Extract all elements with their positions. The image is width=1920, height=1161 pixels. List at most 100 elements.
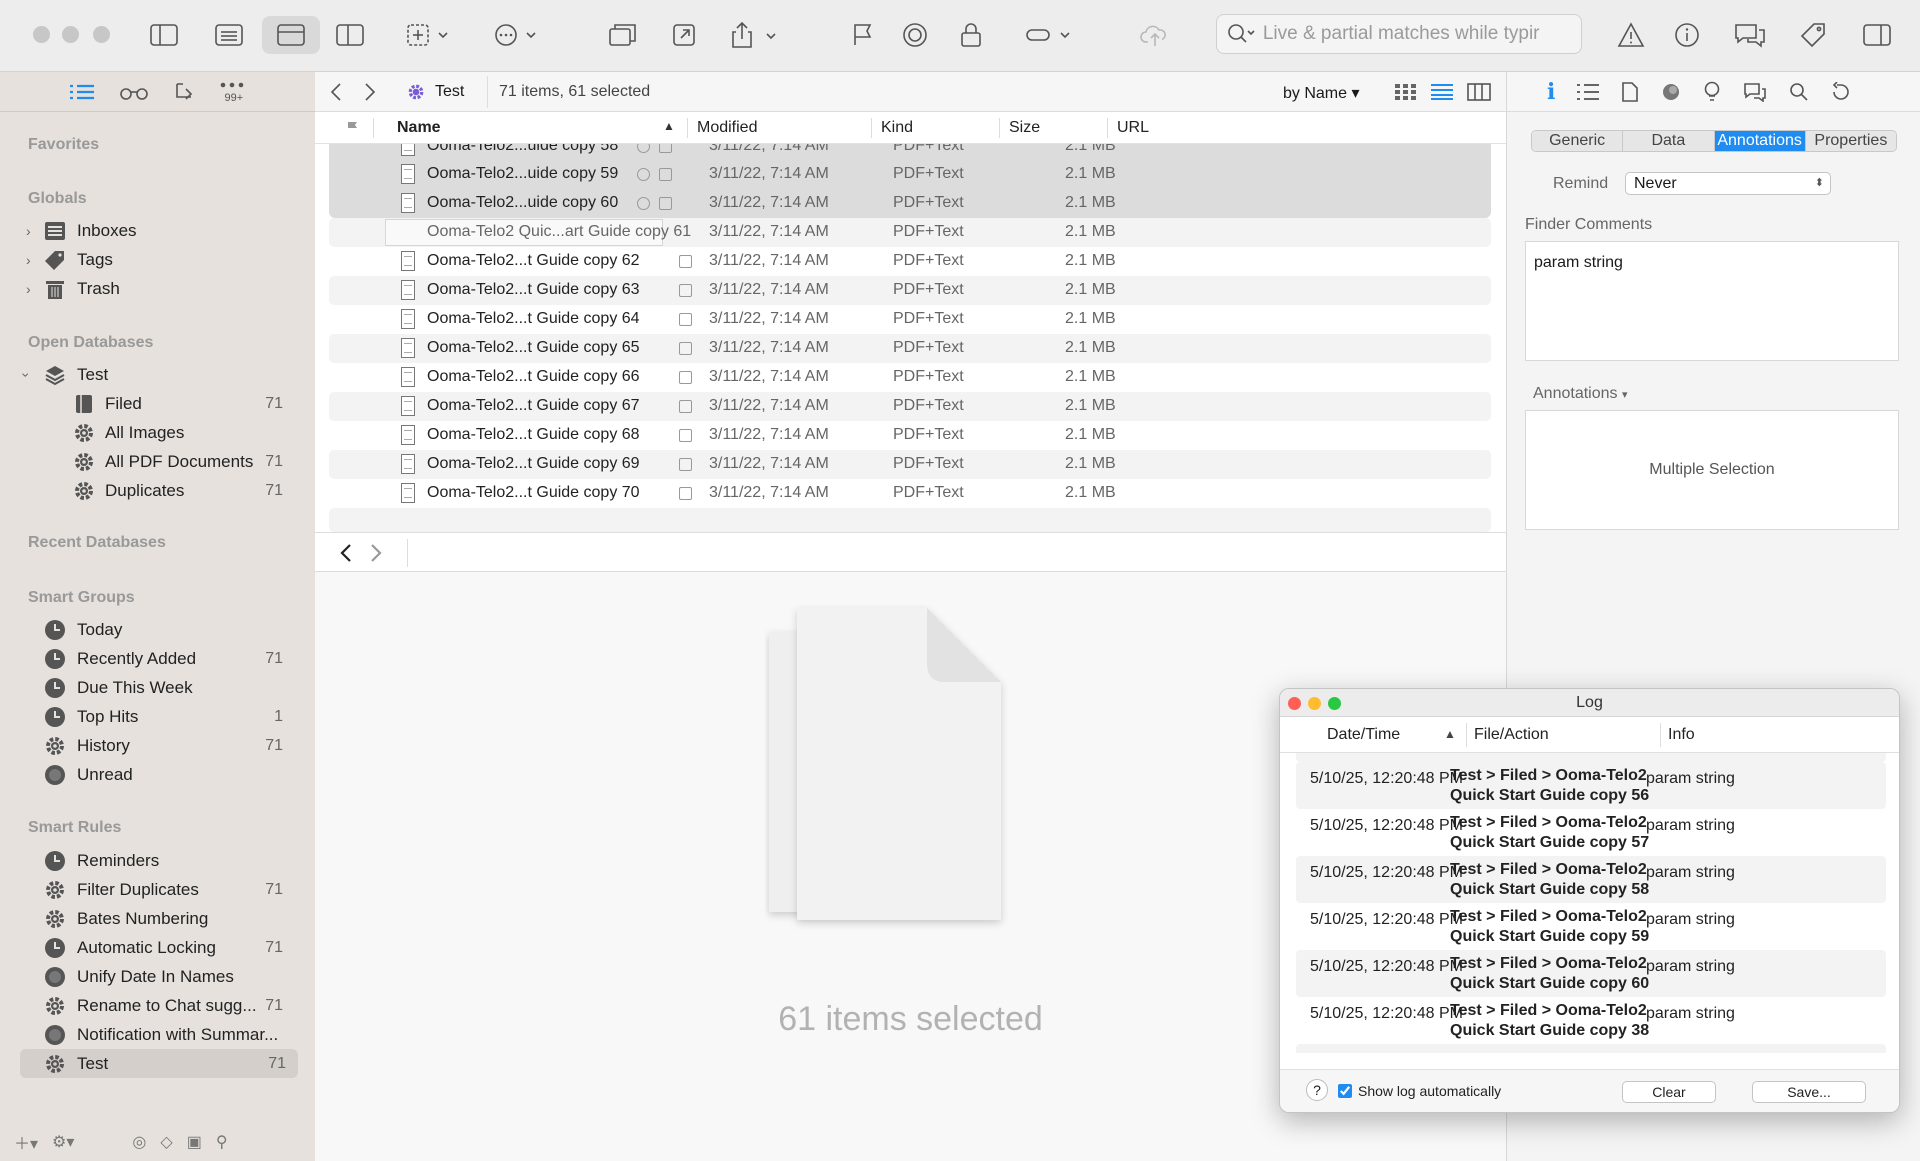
add-menu-button[interactable]: ＋▾ [14,1130,38,1154]
minimize-window-button[interactable] [62,26,79,43]
table-row[interactable]: Ooma-Telo2...t Guide copy 63 3/11/22, 7:… [329,276,1491,305]
open-external-button[interactable] [666,16,704,54]
breadcrumb[interactable]: Test [435,83,464,101]
table-row[interactable]: Ooma-Telo2...t Guide copy 69 3/11/22, 7:… [329,450,1491,479]
document-icon[interactable] [1621,81,1639,102]
remind-select[interactable]: Never ⬍ [1625,172,1831,195]
target-icon[interactable]: ◎ [132,1132,146,1152]
outline-icon[interactable] [1577,83,1600,101]
view-widescreen-button[interactable] [330,16,370,54]
table-row[interactable]: Ooma-Telo2...t Guide copy 65 3/11/22, 7:… [329,334,1491,363]
activity-button[interactable]: 99+ [219,79,247,105]
clear-button[interactable]: Clear [1622,1081,1716,1103]
sidebar-item-filter-duplicates[interactable]: Filter Duplicates 71 [0,875,315,904]
column-view-icon[interactable] [1467,83,1491,101]
table-row[interactable]: Ooma-Telo2...t Guide copy 67 3/11/22, 7:… [329,392,1491,421]
import-icon[interactable] [173,81,195,103]
column-header-kind[interactable]: Kind [881,119,913,137]
table-row[interactable]: Ooma-Telo2...t Guide copy 64 3/11/22, 7:… [329,305,1491,334]
sidebar-item-history[interactable]: History 71 [0,731,315,760]
tab-generic[interactable]: Generic [1532,131,1624,151]
chat-button[interactable] [1730,16,1770,54]
show-log-checkbox[interactable] [1338,1084,1352,1098]
sidebar-item-database-test[interactable]: › Test [0,360,315,389]
back-icon[interactable] [329,82,343,102]
table-row[interactable]: Ooma-Telo2...uide copy 60 3/11/22, 7:14 … [329,189,1491,218]
warnings-button[interactable] [1614,16,1648,54]
previous-document-icon[interactable] [339,543,353,563]
sidebar-item-rename-to-chat[interactable]: Rename to Chat sugg... 71 [0,991,315,1020]
log-row[interactable]: 5/10/25, 12:20:48 PM Test > Filed > Ooma… [1296,762,1886,809]
zoom-window-button[interactable] [93,26,110,43]
sidebar-item-inboxes[interactable]: › Inboxes [0,216,315,245]
column-header-name[interactable]: Name [397,119,441,137]
duplicate-button[interactable] [604,16,642,54]
tag-icon[interactable]: ◇ [160,1132,172,1152]
help-button[interactable]: ? [1306,1079,1328,1101]
table-row[interactable]: Ooma-Telo2...t Guide copy 66 3/11/22, 7:… [329,363,1491,392]
flag-column-icon[interactable] [347,121,359,135]
log-row[interactable]: 5/10/25, 12:20:48 PM Test > Filed > Ooma… [1296,950,1886,997]
sidebar-item-bates-numbering[interactable]: Bates Numbering [0,904,315,933]
forward-icon[interactable] [363,82,377,102]
close-window-button[interactable] [33,26,50,43]
column-header-modified[interactable]: Modified [697,119,757,137]
image-icon[interactable]: ▣ [187,1132,202,1152]
info-button[interactable] [1670,16,1704,54]
more-actions-button[interactable] [488,16,546,54]
log-column-date[interactable]: Date/Time [1327,726,1400,744]
tags-button[interactable] [1794,16,1832,54]
sort-menu[interactable]: by Name ▾ [1283,83,1360,103]
table-row[interactable]: Ooma-Telo2...t Guide copy 70 3/11/22, 7:… [329,479,1491,508]
action-gear-button[interactable]: ⚙▾ [52,1132,74,1152]
sidebar-item-notification-summary[interactable]: Notification with Summar... [0,1020,315,1049]
chat-icon[interactable] [1743,82,1767,102]
lightbulb-icon[interactable] [1703,81,1721,103]
see-also-icon[interactable] [1661,82,1681,102]
chevron-right-icon[interactable]: › [26,252,31,268]
sidebar-item-recently-added[interactable]: Recently Added 71 [0,644,315,673]
next-document-icon[interactable] [369,543,383,563]
sidebar-item-due-this-week[interactable]: Due This Week [0,673,315,702]
view-list-button[interactable] [206,16,252,54]
table-row[interactable]: Ooma-Telo2...uide copy 58 3/11/22, 7:14 … [329,144,1491,161]
table-row[interactable]: Ooma-Telo2...uide copy 59 3/11/22, 7:14 … [329,160,1491,189]
search-icon[interactable] [1789,82,1809,102]
log-column-info[interactable]: Info [1668,726,1695,744]
column-header-size[interactable]: Size [1009,119,1040,137]
sidebar-item-test-rule[interactable]: Test 71 [20,1049,298,1078]
sidebar-item-unread[interactable]: Unread [0,760,315,789]
new-item-button[interactable] [400,16,458,54]
log-row[interactable]: 5/10/25, 12:20:48 PM Test > Filed > Ooma… [1296,856,1886,903]
chevron-down-icon[interactable]: › [18,372,34,377]
sidebar-item-automatic-locking[interactable]: Automatic Locking 71 [0,933,315,962]
share-button[interactable] [726,16,780,54]
sidebar-item-tags[interactable]: › Tags [0,245,315,274]
search-field[interactable] [1216,14,1582,54]
search-input[interactable] [1262,23,1581,45]
table-row[interactable]: Ooma-Telo2 Quic...art Guide copy 61 3/11… [329,218,1491,247]
list-view-icon[interactable] [1431,84,1453,100]
annotations-field[interactable]: Multiple Selection [1525,410,1899,530]
flag-button[interactable] [846,16,880,54]
log-row[interactable]: 5/10/25, 12:20:48 PM Test > Filed > Ooma… [1296,809,1886,856]
tab-data[interactable]: Data [1623,131,1715,151]
lock-button[interactable] [954,16,988,54]
sidebar-item-today[interactable]: Today [0,615,315,644]
annotations-menu[interactable]: Annotations ▾ [1533,385,1628,403]
tab-properties[interactable]: Properties [1805,131,1896,151]
info-icon[interactable]: i [1547,79,1555,105]
mark-read-button[interactable] [898,16,932,54]
outline-list-icon[interactable] [69,82,95,102]
finder-comments-field[interactable]: param string [1525,241,1899,361]
chevron-right-icon[interactable]: › [26,281,31,297]
reading-glasses-icon[interactable] [119,82,149,102]
table-row[interactable]: Ooma-Telo2...t Guide copy 62 3/11/22, 7:… [329,247,1491,276]
sidebar-item-duplicates[interactable]: Duplicates 71 [0,476,315,505]
pin-icon[interactable]: ⚲ [216,1132,228,1152]
table-row[interactable]: Ooma-Telo2...t Guide copy 68 3/11/22, 7:… [329,421,1491,450]
log-row[interactable]: 5/10/25, 12:20:48 PM Test > Filed > Ooma… [1296,903,1886,950]
sidebar-item-unify-date[interactable]: Unify Date In Names [0,962,315,991]
sidebar-item-top-hits[interactable]: Top Hits 1 [0,702,315,731]
history-icon[interactable] [1831,81,1851,102]
